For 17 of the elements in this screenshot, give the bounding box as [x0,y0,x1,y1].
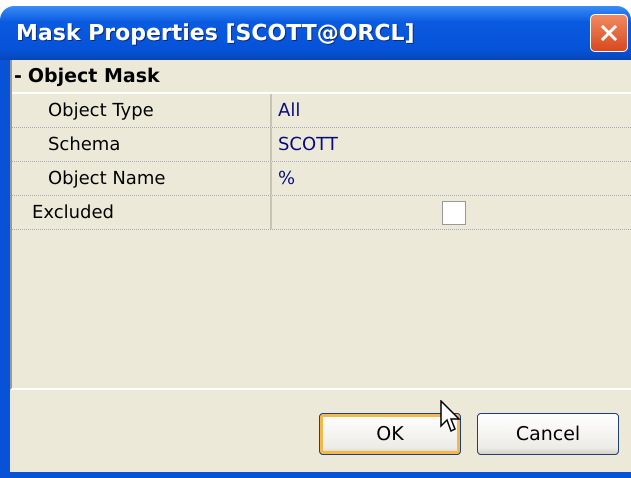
property-label: Excluded [12,196,272,229]
property-value[interactable]: % [272,162,296,195]
property-value[interactable]: SCOTT [272,128,338,161]
category-row[interactable]: - Object Mask [12,60,631,94]
cancel-button[interactable]: Cancel [477,413,619,455]
ok-button[interactable]: OK [319,413,461,455]
category-label: Object Mask [28,65,160,87]
property-label: Schema [12,128,272,161]
mouse-pointer-icon [440,400,462,434]
property-value[interactable]: All [272,94,300,127]
window-title: Mask Properties [SCOTT@ORCL] [16,20,415,46]
close-button[interactable] [590,14,628,52]
property-label: Object Type [12,94,272,127]
collapse-toggle[interactable]: - [14,65,22,87]
checkbox[interactable] [442,200,466,224]
property-label: Object Name [12,162,272,195]
close-icon [599,23,619,43]
